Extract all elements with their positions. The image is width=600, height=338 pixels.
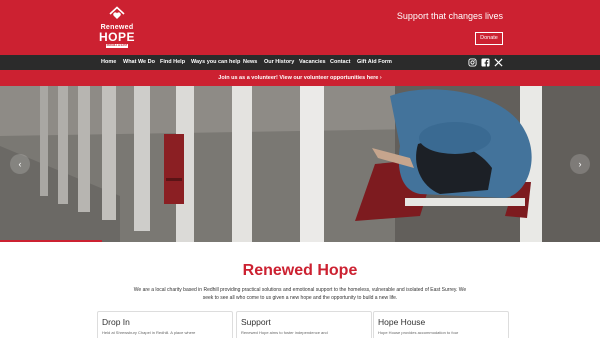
site-header: Renewed HOPE REDHILL & EAST SURREY Suppo… (0, 0, 600, 55)
hero-image (0, 86, 600, 242)
nav-item-our-history[interactable]: Our History (264, 55, 294, 70)
site-logo[interactable]: Renewed HOPE REDHILL & EAST SURREY (98, 6, 136, 48)
logo-text-hope: HOPE (98, 30, 135, 44)
nav-item-home[interactable]: Home (101, 55, 116, 70)
card-title: Hope House (378, 317, 426, 327)
nav-item-find-help[interactable]: Find Help (160, 55, 185, 70)
card-drop-in[interactable]: Drop In Held at Shrewsbury Chapel in Red… (97, 311, 233, 338)
chevron-left-icon: ‹ (18, 159, 22, 169)
announcement-text[interactable]: Join us as a volunteer! View our volunte… (218, 75, 378, 81)
nav-item-vacancies[interactable]: Vacancies (299, 55, 326, 70)
nav-item-ways-you-can-help[interactable]: Ways you can help (191, 55, 240, 70)
chevron-right-icon: › (379, 75, 382, 81)
card-text: Held at Shrewsbury Chapel in Redhill. A … (102, 330, 196, 335)
intro-text: We are a local charity based in Redhill … (133, 287, 467, 301)
house-heart-icon (109, 6, 125, 19)
facebook-icon[interactable] (481, 58, 490, 67)
nav-item-contact[interactable]: Contact (330, 55, 350, 70)
card-support[interactable]: Support Renewed Hope aims to foster inde… (236, 311, 372, 338)
slider-progress-bar (0, 240, 102, 242)
page-title: Renewed Hope (242, 262, 358, 279)
card-text: Renewed Hope aims to foster independence… (241, 330, 328, 335)
instagram-icon[interactable] (468, 58, 477, 67)
card-text: Hope House provides accommodation to fou… (378, 330, 459, 335)
slider-next-arrow[interactable]: › (570, 154, 590, 174)
nav-item-news[interactable]: News (243, 55, 257, 70)
tagline: Support that changes lives (396, 11, 503, 21)
card-hope-house[interactable]: Hope House Hope House provides accommoda… (373, 311, 509, 338)
chevron-right-icon: › (578, 159, 582, 169)
main-nav: Home What We Do Find Help Ways you can h… (0, 55, 600, 70)
slider-prev-arrow[interactable]: ‹ (10, 154, 30, 174)
donate-button[interactable]: Donate (475, 32, 503, 45)
nav-item-what-we-do[interactable]: What We Do (123, 55, 155, 70)
card-title: Drop In (102, 317, 130, 327)
nav-item-gift-aid-form[interactable]: Gift Aid Form (357, 55, 392, 70)
volunteer-announcement-bar[interactable]: Join us as a volunteer! View our volunte… (0, 70, 600, 86)
x-icon[interactable] (494, 58, 503, 67)
logo-subtitle: REDHILL & EAST SURREY (106, 44, 128, 48)
card-title: Support (241, 317, 271, 327)
hero-slider: ‹ › (0, 86, 600, 242)
